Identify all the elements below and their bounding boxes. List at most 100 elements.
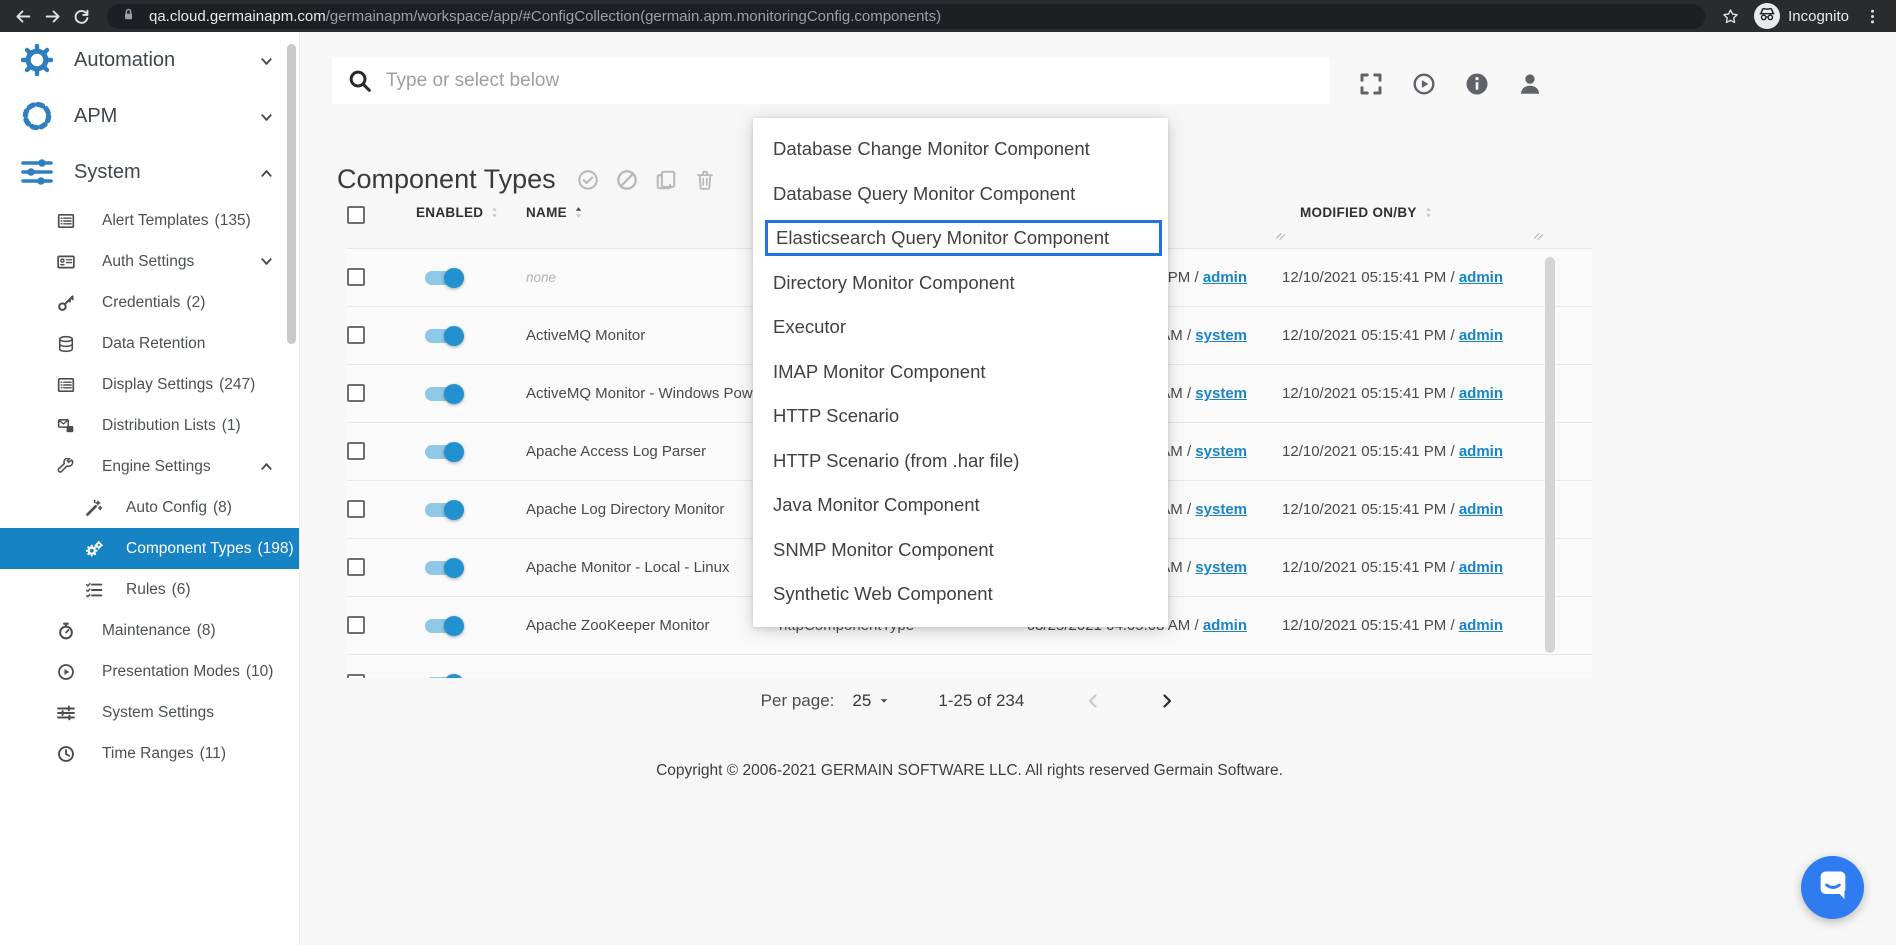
browser-menu-icon[interactable] bbox=[1859, 3, 1886, 30]
dropdown-item-imap-monitor-component[interactable]: IMAP Monitor Component bbox=[753, 350, 1168, 395]
component-name-cell[interactable]: ActiveMQ Monitor bbox=[526, 307, 645, 365]
modified-by-user-link[interactable]: admin bbox=[1459, 385, 1503, 402]
row-checkbox[interactable] bbox=[347, 326, 365, 344]
col-header-name[interactable]: NAME bbox=[526, 205, 585, 220]
copy-icon[interactable] bbox=[654, 168, 678, 192]
dropdown-item-java-monitor-component[interactable]: Java Monitor Component bbox=[753, 483, 1168, 528]
sidebar-item-data-retention[interactable]: Data Retention bbox=[0, 323, 299, 364]
dropdown-item-directory-monitor-component[interactable]: Directory Monitor Component bbox=[753, 261, 1168, 306]
row-checkbox[interactable] bbox=[347, 558, 365, 576]
wand-icon bbox=[84, 498, 104, 518]
sidebar-scrollbar[interactable] bbox=[287, 44, 296, 344]
play-icon[interactable] bbox=[1409, 69, 1439, 99]
per-page-select[interactable]: 25 bbox=[852, 691, 890, 711]
dropdown-item-executor[interactable]: Executor bbox=[753, 305, 1168, 350]
component-name-cell[interactable]: Apache Log Directory Monitor bbox=[526, 481, 724, 539]
search-input[interactable] bbox=[384, 69, 1314, 93]
row-checkbox[interactable] bbox=[347, 616, 365, 634]
created-by-user-link[interactable]: system bbox=[1195, 443, 1247, 460]
sidebar-item-display-settings[interactable]: Display Settings(247) bbox=[0, 364, 299, 405]
bookmark-star-icon[interactable] bbox=[1717, 3, 1744, 30]
enabled-toggle[interactable] bbox=[425, 387, 461, 401]
table-scrollbar[interactable] bbox=[1545, 257, 1555, 653]
list-icon bbox=[56, 375, 76, 395]
sidebar-item-time-ranges[interactable]: Time Ranges(11) bbox=[0, 733, 299, 774]
sidebar-item-system[interactable]: System bbox=[0, 144, 299, 200]
component-name-cell[interactable]: Apache Access Log Parser bbox=[526, 423, 706, 481]
created-by-user-link[interactable]: admin bbox=[1203, 617, 1247, 634]
reload-icon[interactable] bbox=[68, 3, 95, 30]
disable-icon[interactable] bbox=[615, 168, 639, 192]
prev-page-icon[interactable] bbox=[1082, 690, 1104, 712]
row-checkbox[interactable] bbox=[347, 442, 365, 460]
enabled-toggle[interactable] bbox=[425, 329, 461, 343]
sidebar-item-presentation-modes[interactable]: Presentation Modes(10) bbox=[0, 651, 299, 692]
enabled-toggle[interactable] bbox=[425, 619, 461, 633]
sidebar-item-maintenance[interactable]: Maintenance(8) bbox=[0, 610, 299, 651]
modified-by-user-link[interactable]: admin bbox=[1459, 327, 1503, 344]
component-name-cell[interactable]: Apache Monitor - Local - Linux bbox=[526, 539, 729, 597]
dropdown-item-http-scenario[interactable]: HTTP Scenario bbox=[753, 394, 1168, 439]
sort-icon[interactable] bbox=[488, 205, 501, 220]
sidebar-item-alert-templates[interactable]: Alert Templates(135) bbox=[0, 200, 299, 241]
modified-by-user-link[interactable]: admin bbox=[1459, 559, 1503, 576]
sidebar-item-system-settings[interactable]: System Settings bbox=[0, 692, 299, 733]
created-by-user-link[interactable]: system bbox=[1195, 559, 1247, 576]
sidebar-item-auth-settings[interactable]: Auth Settings bbox=[0, 241, 299, 282]
next-page-icon[interactable] bbox=[1156, 690, 1178, 712]
created-by-user-link[interactable]: system bbox=[1195, 327, 1247, 344]
row-checkbox[interactable] bbox=[347, 674, 365, 678]
row-checkbox[interactable] bbox=[347, 268, 365, 286]
fullscreen-icon[interactable] bbox=[1356, 69, 1386, 99]
created-by-user-link[interactable]: admin bbox=[1203, 269, 1247, 286]
sidebar-item-auto-config[interactable]: Auto Config(8) bbox=[0, 487, 299, 528]
dropdown-item-database-query-monitor-component[interactable]: Database Query Monitor Component bbox=[753, 172, 1168, 217]
modified-by-user-link[interactable]: admin bbox=[1459, 501, 1503, 518]
component-name-cell[interactable]: ActiveMQ Monitor - Windows Powe... bbox=[526, 365, 774, 423]
row-checkbox[interactable] bbox=[347, 500, 365, 518]
select-all-checkbox[interactable] bbox=[347, 206, 365, 224]
dropdown-item-elasticsearch-query-monitor-component[interactable]: Elasticsearch Query Monitor Component bbox=[765, 220, 1162, 256]
delete-icon[interactable] bbox=[693, 168, 717, 192]
forward-icon[interactable] bbox=[39, 3, 66, 30]
dropdown-item-database-change-monitor-component[interactable]: Database Change Monitor Component bbox=[753, 127, 1168, 172]
sidebar-item-apm[interactable]: APM bbox=[0, 88, 299, 144]
url-bar[interactable]: qa.cloud.germainapm.com/germainapm/works… bbox=[107, 4, 1705, 29]
incognito-label: Incognito bbox=[1788, 8, 1849, 25]
enabled-toggle[interactable] bbox=[425, 271, 461, 285]
sidebar-item-automation[interactable]: Automation bbox=[0, 32, 299, 88]
sort-icon[interactable] bbox=[1422, 205, 1435, 220]
row-checkbox[interactable] bbox=[347, 384, 365, 402]
sidebar-item-distribution-lists[interactable]: Distribution Lists(1) bbox=[0, 405, 299, 446]
user-icon[interactable] bbox=[1515, 69, 1545, 99]
sidebar-item-engine-settings[interactable]: Engine Settings bbox=[0, 446, 299, 487]
created-by-user-link[interactable]: system bbox=[1195, 501, 1247, 518]
info-icon[interactable] bbox=[1462, 69, 1492, 99]
component-name-cell[interactable]: Apache ZooKeeper Monitor bbox=[526, 597, 709, 655]
col-header-modified[interactable]: MODIFIED ON/BY bbox=[1300, 205, 1435, 220]
dropdown-item-http-scenario-from-har-file[interactable]: HTTP Scenario (from .har file) bbox=[753, 439, 1168, 484]
table-row[interactable] bbox=[347, 655, 1592, 678]
back-icon[interactable] bbox=[10, 3, 37, 30]
enabled-toggle[interactable] bbox=[425, 503, 461, 517]
enabled-toggle[interactable] bbox=[425, 677, 461, 678]
sort-ascending-icon[interactable] bbox=[572, 205, 585, 220]
dropdown-item-snmp-monitor-component[interactable]: SNMP Monitor Component bbox=[753, 528, 1168, 573]
chat-launcher[interactable] bbox=[1801, 856, 1864, 919]
modified-by-user-link[interactable]: admin bbox=[1459, 269, 1503, 286]
column-resize-grip[interactable] bbox=[1275, 230, 1287, 242]
component-type-dropdown: Database Change Monitor ComponentDatabas… bbox=[753, 118, 1168, 627]
modified-by-user-link[interactable]: admin bbox=[1459, 443, 1503, 460]
modified-by-user-link[interactable]: admin bbox=[1459, 617, 1503, 634]
enabled-toggle[interactable] bbox=[425, 561, 461, 575]
approve-icon[interactable] bbox=[576, 168, 600, 192]
enabled-toggle[interactable] bbox=[425, 445, 461, 459]
sidebar-item-credentials[interactable]: Credentials(2) bbox=[0, 282, 299, 323]
column-resize-grip[interactable] bbox=[1533, 230, 1545, 242]
sidebar-item-rules[interactable]: Rules(6) bbox=[0, 569, 299, 610]
component-name-cell[interactable]: none bbox=[526, 249, 556, 307]
dropdown-item-synthetic-web-component[interactable]: Synthetic Web Component bbox=[753, 572, 1168, 617]
col-header-enabled[interactable]: ENABLED bbox=[416, 205, 501, 220]
sidebar-item-component-types[interactable]: Component Types(198) bbox=[0, 528, 299, 569]
created-by-user-link[interactable]: system bbox=[1195, 385, 1247, 402]
